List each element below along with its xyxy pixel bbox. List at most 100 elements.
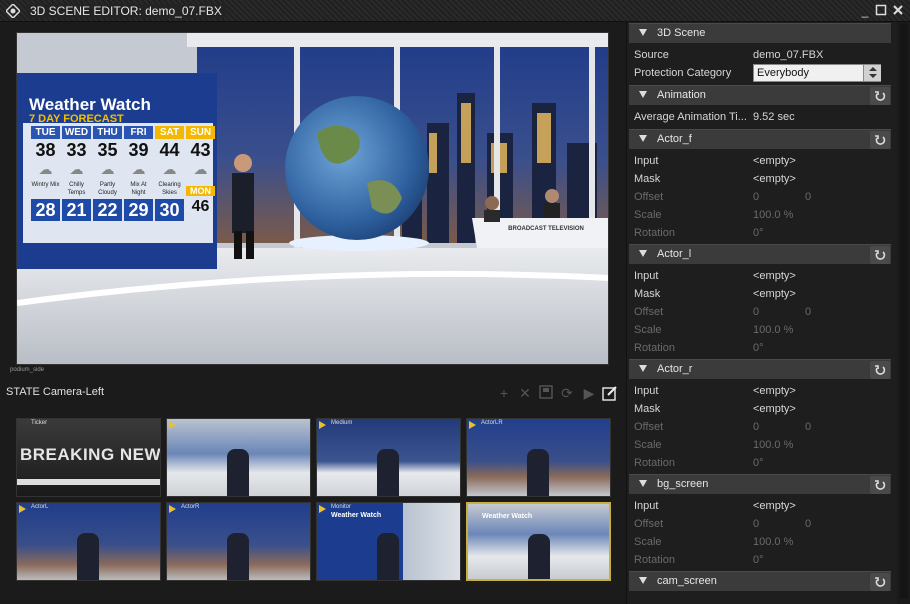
section-title: bg_screen — [657, 478, 709, 490]
weather-subtitle: 7 DAY FORECAST — [29, 113, 124, 125]
presenter-figure — [377, 449, 399, 496]
reset-icon[interactable] — [870, 573, 890, 591]
add-icon[interactable]: + — [496, 385, 512, 401]
offset-row: Offset 0 0 — [627, 418, 897, 436]
scale-value: 100.0 % — [753, 536, 794, 548]
collapse-arrow-icon[interactable] — [639, 91, 647, 98]
window-title: 3D SCENE EDITOR: demo_07.FBX — [26, 4, 226, 18]
weather-cloud-icon: ☁ — [69, 161, 84, 177]
weather-cloud-icon: ☁ — [100, 161, 115, 177]
mask-label: Mask — [634, 173, 661, 185]
mask-row[interactable]: Mask <empty> — [627, 170, 897, 188]
forecast-high: 39 — [128, 140, 149, 160]
state-thumbnail[interactable]: ActorR — [166, 502, 311, 581]
collapse-arrow-icon[interactable] — [639, 29, 647, 36]
rotation-label: Rotation — [634, 227, 675, 239]
offset-label: Offset — [634, 191, 664, 203]
save-icon[interactable] — [538, 385, 554, 401]
forecast-condition: Clearing Skies — [158, 182, 181, 196]
section-animation[interactable]: Animation — [629, 85, 891, 105]
protection-select[interactable]: Everybody — [753, 64, 881, 82]
rotation-value: 0° — [753, 342, 764, 354]
protection-value: Everybody — [757, 67, 809, 79]
state-thumbnail[interactable]: Ticker BREAKING NEWS — [16, 418, 161, 497]
section-bg-screen[interactable]: bg_screen — [629, 474, 891, 494]
section-title: Actor_f — [657, 133, 692, 145]
section-3d-scene[interactable]: 3D Scene — [629, 23, 891, 43]
mask-value: <empty> — [753, 173, 796, 185]
state-bar: STATE Camera-Left + ✕ ⟳ ▶ — [0, 384, 625, 406]
maximize-icon[interactable] — [874, 4, 888, 18]
scale-label: Scale — [634, 439, 662, 451]
offset-label: Offset — [634, 518, 664, 530]
forecast-low: 30 — [155, 199, 184, 221]
panel-scrollbar[interactable] — [897, 22, 910, 604]
section-actor-l[interactable]: Actor_l — [629, 244, 891, 264]
offset-value: 0 — [753, 518, 760, 530]
rotation-row: Rotation 0° — [627, 551, 897, 569]
input-label: Input — [634, 155, 659, 167]
weather-title: Weather Watch — [29, 95, 151, 114]
mask-row[interactable]: Mask <empty> — [627, 400, 897, 418]
forecast-high: 44 — [159, 140, 180, 160]
collapse-arrow-icon[interactable] — [639, 577, 647, 584]
reset-icon[interactable] — [870, 246, 890, 264]
refresh-icon[interactable]: ⟳ — [559, 385, 575, 401]
reset-icon[interactable] — [870, 476, 890, 494]
presenter-figure — [528, 534, 550, 579]
mask-label: Mask — [634, 403, 661, 415]
state-thumbnail[interactable]: Medium — [316, 418, 461, 497]
state-thumbnail[interactable]: ActorL — [16, 502, 161, 581]
mask-value: <empty> — [753, 288, 796, 300]
collapse-arrow-icon[interactable] — [639, 365, 647, 372]
reset-icon[interactable] — [870, 361, 890, 379]
reset-icon[interactable] — [870, 87, 890, 105]
offset-row: Offset 0 0 — [627, 303, 897, 321]
scene-viewport[interactable]: Weather Watch 7 DAY FORECAST TUE 38 ☁ Wintr… — [16, 32, 609, 365]
mask-row[interactable]: Mask <empty> — [627, 285, 897, 303]
input-row[interactable]: Input <empty> — [627, 497, 897, 515]
thumbnail-marker-icon — [169, 421, 176, 429]
protection-label: Protection Category — [634, 67, 732, 79]
input-row[interactable]: Input <empty> — [627, 152, 897, 170]
close-icon[interactable] — [891, 4, 905, 18]
scale-row: Scale 100.0 % — [627, 436, 897, 454]
scrollbar-thumb[interactable] — [900, 24, 908, 599]
state-thumbnail[interactable]: Weather Watch — [466, 502, 611, 581]
forecast-days: TUE 38 ☁ Wintry Mix 28 WED 33 ☁ Chilly Temps 21 TH… — [31, 126, 217, 246]
state-thumbnail[interactable]: Monitor Weather Watch — [316, 502, 461, 581]
section-actor-f[interactable]: Actor_f — [629, 129, 891, 149]
thumbnail-overlay-text: Weather Watch — [331, 512, 382, 519]
animation-time-value: 9.52 sec — [753, 111, 795, 123]
input-row[interactable]: Input <empty> — [627, 267, 897, 285]
input-value: <empty> — [753, 155, 796, 167]
minimize-icon[interactable]: _ — [858, 4, 872, 18]
offset-y-value: 0 — [805, 421, 812, 433]
collapse-arrow-icon[interactable] — [639, 135, 647, 142]
scale-row: Scale 100.0 % — [627, 321, 897, 339]
forecast-condition: Wintry Mix — [31, 182, 60, 188]
play-icon[interactable]: ▶ — [581, 385, 597, 401]
state-title: STATE Camera-Left — [6, 386, 105, 398]
state-thumbnail[interactable]: ActorLR — [466, 418, 611, 497]
delete-icon[interactable]: ✕ — [517, 385, 533, 401]
input-value: <empty> — [753, 270, 796, 282]
input-row[interactable]: Input <empty> — [627, 382, 897, 400]
state-thumbnail[interactable] — [166, 418, 311, 497]
section-actor-r[interactable]: Actor_r — [629, 359, 891, 379]
section-cam-screen[interactable]: cam_screen — [629, 571, 891, 591]
forecast-day: TUE 38 ☁ Wintry Mix 28 — [31, 126, 60, 246]
section-title: 3D Scene — [657, 27, 706, 39]
editor-area: Weather Watch 7 DAY FORECAST TUE 38 ☁ Wintr… — [0, 22, 625, 604]
collapse-arrow-icon[interactable] — [639, 480, 647, 487]
spinner-icon[interactable] — [863, 65, 881, 81]
thumbnail-marker-icon — [169, 505, 176, 513]
animation-time-row: Average Animation Ti... 9.52 sec — [627, 108, 897, 126]
reset-icon[interactable] — [870, 131, 890, 149]
thumbnail-label: Medium — [331, 420, 353, 426]
rotation-row: Rotation 0° — [627, 339, 897, 357]
collapse-arrow-icon[interactable] — [639, 250, 647, 257]
rotation-row: Rotation 0° — [627, 454, 897, 472]
edit-icon[interactable] — [602, 385, 618, 401]
forecast-day: THU 35 ☁ Partly Cloudy 22 — [93, 126, 122, 246]
